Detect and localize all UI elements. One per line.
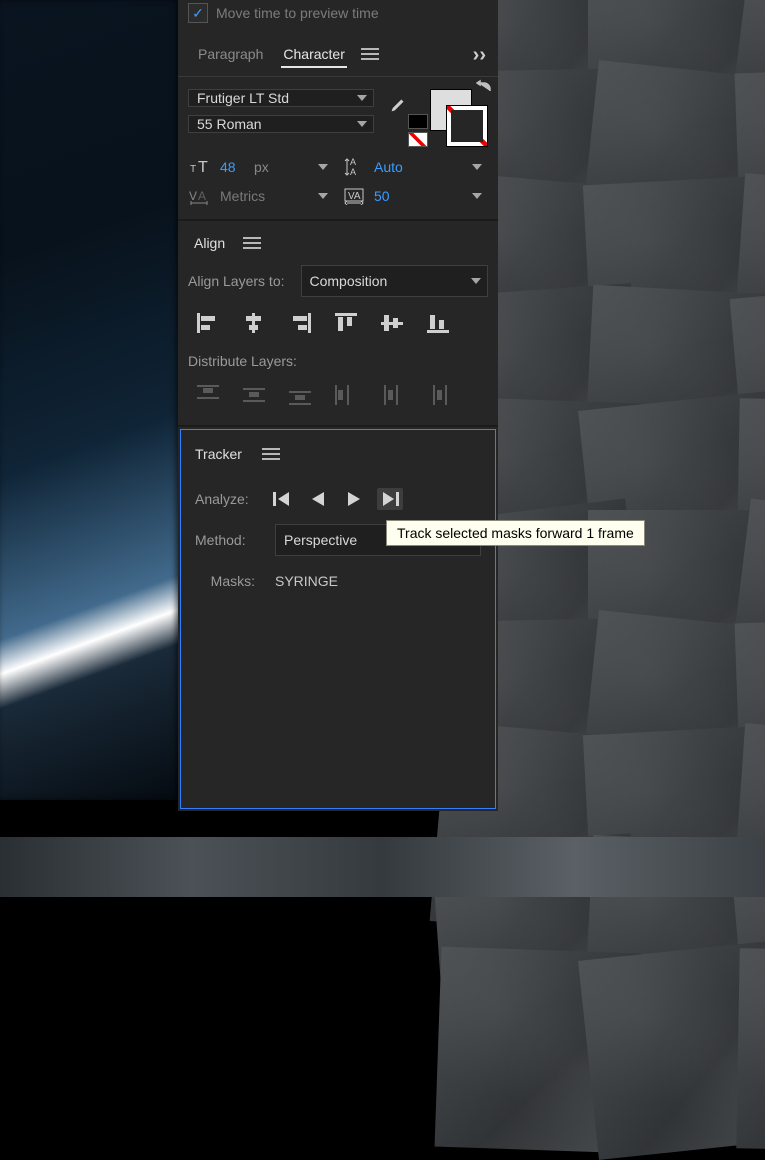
font-style-select[interactable]: 55 Roman [188, 115, 374, 133]
align-panel-title: Align [194, 235, 225, 251]
align-to-select[interactable]: Composition [301, 265, 489, 297]
tracker-panel-title: Tracker [195, 446, 242, 462]
distribute-left-icon[interactable] [332, 383, 360, 407]
analyze-forward-one-frame-icon[interactable] [377, 488, 403, 510]
panel-menu-icon[interactable] [262, 448, 280, 460]
tooltip: Track selected masks forward 1 frame [386, 520, 645, 546]
align-panel: Align Align Layers to: Composition Distr… [178, 221, 498, 425]
method-label: Method: [195, 532, 255, 548]
distribute-top-icon[interactable] [194, 383, 222, 407]
distribute-right-icon[interactable] [424, 383, 452, 407]
font-size-control[interactable]: TT 48 px [188, 158, 334, 176]
align-to-label: Align Layers to: [188, 273, 285, 289]
distribute-buttons-row [194, 383, 488, 407]
font-style-value: 55 Roman [197, 116, 262, 132]
eyedropper-icon[interactable] [384, 93, 410, 122]
svg-text:A: A [198, 189, 206, 203]
chevron-down-icon [472, 193, 482, 199]
masks-value: SYRINGE [275, 573, 338, 589]
default-colors-icon[interactable] [408, 114, 428, 147]
align-bottom-icon[interactable] [424, 311, 452, 335]
character-panel: Paragraph Character ›› Frutiger LT Std 5… [178, 32, 498, 219]
svg-text:A: A [350, 157, 356, 167]
tab-paragraph[interactable]: Paragraph [188, 32, 273, 76]
svg-text:T: T [198, 159, 208, 176]
font-size-value: 48 [220, 159, 248, 175]
method-value: Perspective [284, 532, 357, 548]
align-top-icon[interactable] [332, 311, 360, 335]
distribute-bottom-icon[interactable] [286, 383, 314, 407]
character-panel-tabs: Paragraph Character ›› [178, 32, 498, 77]
align-right-icon[interactable] [286, 311, 314, 335]
analyze-forward-icon[interactable] [341, 488, 367, 510]
distribute-hcenter-icon[interactable] [378, 383, 406, 407]
font-size-unit: px [254, 159, 269, 175]
composition-preview-left [0, 0, 178, 800]
stroke-color-swatch[interactable] [446, 105, 488, 147]
font-family-select[interactable]: Frutiger LT Std [188, 89, 374, 107]
panel-menu-icon[interactable] [243, 237, 261, 249]
distribute-label: Distribute Layers: [188, 353, 478, 369]
kerning-control[interactable]: VA Metrics [188, 187, 334, 205]
kerning-icon: VA [188, 187, 214, 205]
swap-colors-icon[interactable] [476, 79, 492, 98]
align-buttons-row [194, 311, 488, 335]
font-family-value: Frutiger LT Std [197, 90, 289, 106]
tracking-control[interactable]: VA 50 [342, 187, 488, 205]
align-to-value: Composition [310, 273, 388, 289]
tab-character[interactable]: Character [273, 32, 354, 76]
leading-icon: AA [342, 157, 368, 177]
analyze-backward-icon[interactable] [305, 488, 331, 510]
svg-text:A: A [350, 167, 356, 177]
move-time-label: Move time to preview time [216, 5, 379, 21]
analyze-back-one-frame-icon[interactable] [269, 488, 295, 510]
move-time-checkbox[interactable]: ✓ [188, 3, 208, 23]
leading-value: Auto [374, 159, 403, 175]
masks-label: Masks: [195, 573, 255, 589]
move-time-row: ✓ Move time to preview time [178, 0, 498, 32]
chevron-down-icon [318, 164, 328, 170]
svg-text:V: V [189, 189, 197, 203]
fill-stroke-swatch[interactable] [430, 89, 488, 147]
tracking-value: 50 [374, 188, 402, 204]
tracker-panel: Tracker Analyze: Method: Perspective Mas… [180, 429, 496, 809]
svg-text:T: T [190, 164, 196, 175]
collapse-panel-icon[interactable]: ›› [473, 44, 486, 67]
analyze-label: Analyze: [195, 491, 249, 507]
align-left-icon[interactable] [194, 311, 222, 335]
align-hcenter-icon[interactable] [240, 311, 268, 335]
tracking-icon: VA [342, 187, 368, 205]
chevron-down-icon [472, 164, 482, 170]
leading-control[interactable]: AA Auto [342, 157, 488, 177]
chevron-down-icon [357, 95, 367, 101]
svg-text:VA: VA [348, 191, 361, 202]
align-vcenter-icon[interactable] [378, 311, 406, 335]
chevron-down-icon [471, 278, 481, 284]
chevron-down-icon [357, 121, 367, 127]
panel-menu-icon[interactable] [361, 48, 379, 60]
font-size-icon: TT [188, 158, 214, 176]
chevron-down-icon [318, 193, 328, 199]
right-panel-stack: ✓ Move time to preview time Paragraph Ch… [178, 0, 498, 811]
distribute-vcenter-icon[interactable] [240, 383, 268, 407]
kerning-value: Metrics [220, 188, 265, 204]
